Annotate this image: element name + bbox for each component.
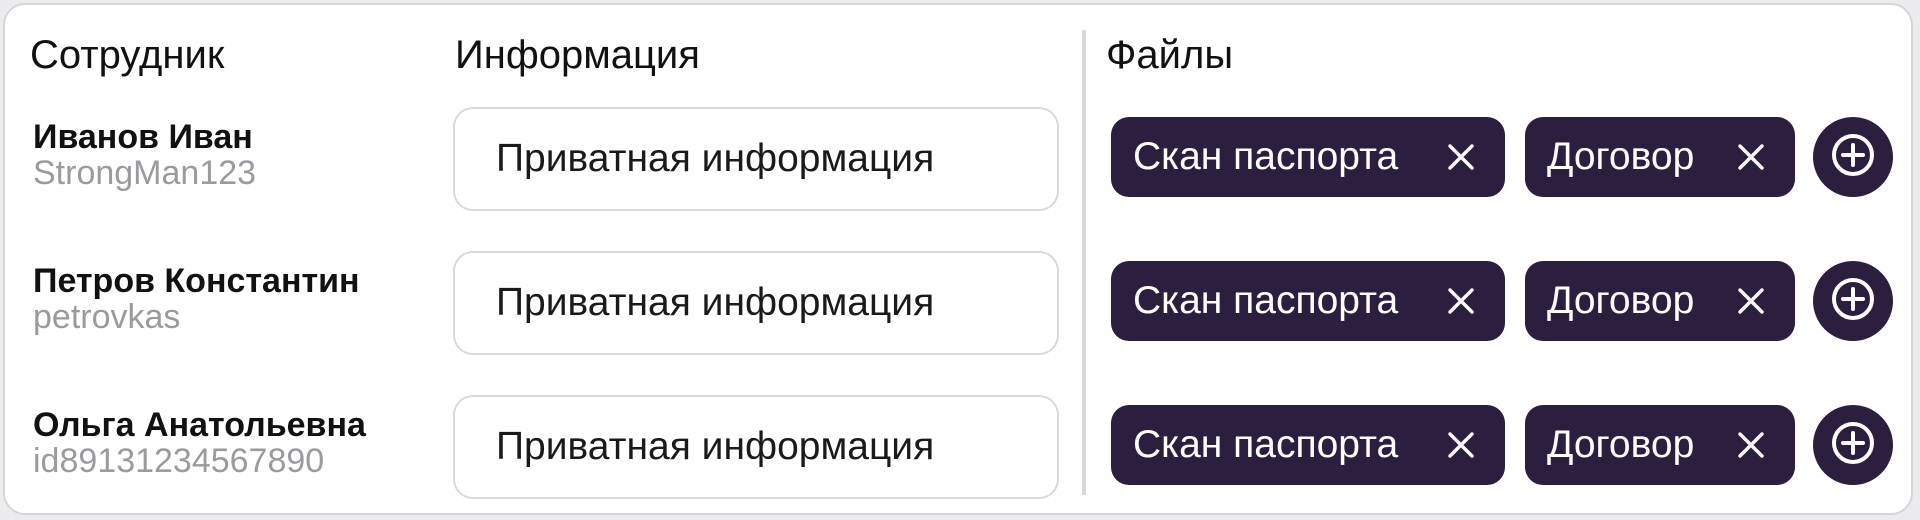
close-icon[interactable]	[1441, 137, 1481, 177]
close-icon[interactable]	[1731, 425, 1771, 465]
file-chip-label: Договор	[1547, 135, 1695, 178]
employee-row: Ольга Анатольевна id89131234567890 Скан …	[5, 395, 1911, 499]
close-icon[interactable]	[1731, 281, 1771, 321]
employee-column-header: Сотрудник	[30, 33, 225, 77]
employee-login: StrongMan123	[33, 154, 257, 192]
close-icon[interactable]	[1441, 281, 1481, 321]
file-chip-label: Скан паспорта	[1133, 423, 1399, 466]
employee-login: petrovkas	[33, 298, 181, 336]
info-column-header: Информация	[455, 33, 700, 77]
employee-name: Петров Константин	[33, 262, 360, 300]
close-icon[interactable]	[1441, 425, 1481, 465]
private-info-input[interactable]	[453, 107, 1059, 211]
plus-circle-icon	[1831, 421, 1875, 470]
employee-row: Иванов Иван StrongMan123 Скан паспорта Д…	[5, 107, 1911, 211]
file-chip-label: Скан паспорта	[1133, 135, 1399, 178]
file-chip-passport-scan[interactable]: Скан паспорта	[1111, 117, 1505, 197]
file-chip-label: Договор	[1547, 423, 1695, 466]
private-info-input[interactable]	[453, 395, 1059, 499]
file-chip-passport-scan[interactable]: Скан паспорта	[1111, 261, 1505, 341]
file-chip-label: Скан паспорта	[1133, 279, 1399, 322]
file-chip-contract[interactable]: Договор	[1525, 261, 1795, 341]
plus-circle-icon	[1831, 133, 1875, 182]
employees-card: Сотрудник Информация Файлы Иванов Иван S…	[3, 3, 1913, 515]
file-chip-contract[interactable]: Договор	[1525, 117, 1795, 197]
add-file-button[interactable]	[1813, 261, 1893, 341]
file-chip-passport-scan[interactable]: Скан паспорта	[1111, 405, 1505, 485]
file-chip-label: Договор	[1547, 279, 1695, 322]
plus-circle-icon	[1831, 277, 1875, 326]
employee-login: id89131234567890	[33, 442, 325, 480]
file-chip-contract[interactable]: Договор	[1525, 405, 1795, 485]
employee-row: Петров Константин petrovkas Скан паспорт…	[5, 251, 1911, 355]
private-info-input[interactable]	[453, 251, 1059, 355]
add-file-button[interactable]	[1813, 117, 1893, 197]
add-file-button[interactable]	[1813, 405, 1893, 485]
employee-name: Иванов Иван	[33, 118, 253, 156]
files-column-header: Файлы	[1106, 33, 1234, 77]
employee-name: Ольга Анатольевна	[33, 406, 366, 444]
close-icon[interactable]	[1731, 137, 1771, 177]
